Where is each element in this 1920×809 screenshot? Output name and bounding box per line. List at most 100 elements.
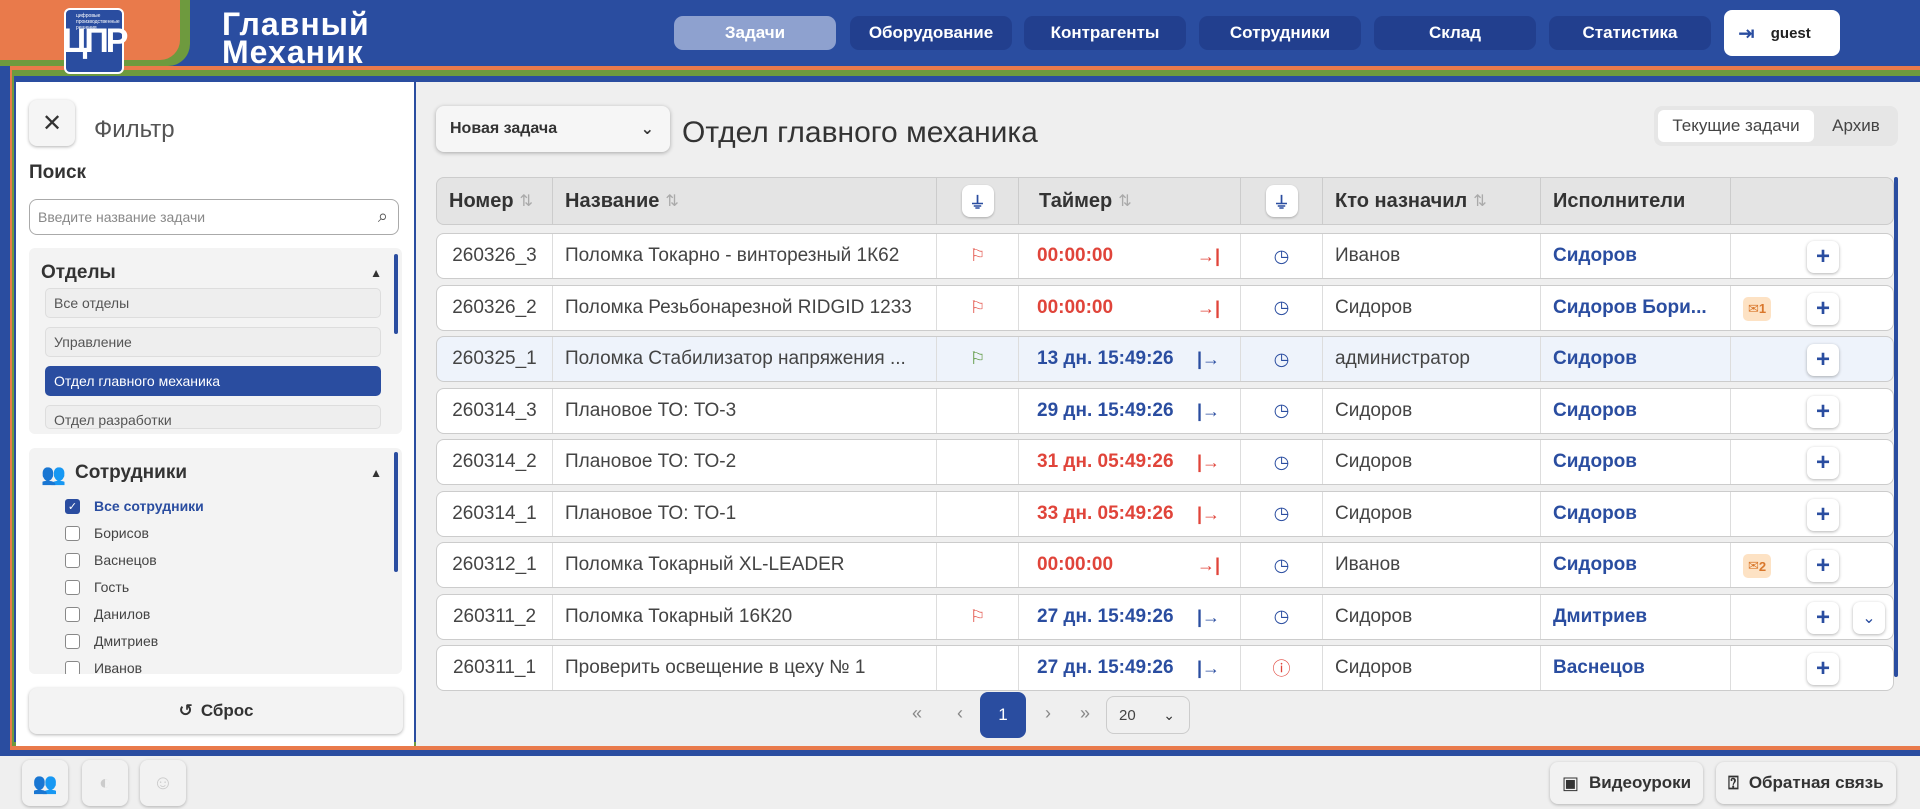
dept-item-selected[interactable]: Отдел главного механика (45, 366, 381, 396)
add-executor-button[interactable]: + (1807, 292, 1839, 325)
reset-button[interactable]: ↺ Сброс (29, 688, 403, 734)
col-number[interactable]: Номер ⇅ (437, 178, 553, 224)
nav-employees[interactable]: Сотрудники (1199, 16, 1361, 50)
nav-warehouse[interactable]: Склад (1374, 16, 1536, 50)
nav-equipment[interactable]: Оборудование (850, 16, 1012, 50)
nav-statistics[interactable]: Статистика (1549, 16, 1711, 50)
clock-icon[interactable]: ◷ (1274, 503, 1290, 524)
table-row[interactable]: 260325_1 Поломка Стабилизатор напряжения … (436, 336, 1894, 382)
employees-title[interactable]: Сотрудники (75, 462, 187, 484)
departments-scrollbar[interactable] (394, 254, 398, 334)
clock-icon[interactable]: ◷ (1274, 400, 1290, 421)
add-executor-button[interactable]: + (1807, 653, 1839, 685)
flag-icon[interactable]: ⚐ (937, 594, 1019, 639)
dept-item[interactable]: Управление (45, 327, 381, 357)
executors[interactable]: Сидоров Бори... (1541, 285, 1731, 330)
executors[interactable]: Сидоров (1541, 491, 1731, 536)
caret-up-icon[interactable]: ▲ (370, 466, 382, 480)
table-row[interactable]: 260314_2 Плановое ТО: ТО-2 31 дн. 05:49:26… (436, 439, 1894, 485)
employee-checkbox[interactable]: Дмитриев (65, 633, 158, 649)
employee-checkbox-all[interactable]: ✓ Все сотрудники (65, 498, 204, 514)
flag-icon[interactable] (937, 646, 1019, 690)
sort-icon[interactable]: ⇅ (520, 191, 533, 211)
employee-checkbox[interactable]: Данилов (65, 606, 150, 622)
prev-page-button[interactable]: ‹ (940, 690, 980, 736)
flag-icon[interactable]: ⚐ (937, 285, 1019, 330)
flag-icon[interactable] (937, 440, 1019, 484)
first-page-button[interactable]: « (894, 690, 940, 736)
chevron-down-icon[interactable]: ⌄ (1853, 601, 1885, 634)
col-name[interactable]: Название ⇅ (553, 178, 937, 224)
employee-checkbox[interactable]: Васнецов (65, 552, 157, 568)
executors[interactable]: Сидоров (1541, 234, 1731, 278)
employee-checkbox[interactable]: Гость (65, 579, 129, 595)
checkbox-icon[interactable] (65, 552, 80, 568)
clock-icon[interactable]: ◷ (1274, 349, 1290, 370)
search-icon[interactable]: ⌕ (378, 206, 388, 227)
checkbox-icon[interactable] (65, 525, 80, 541)
tab-current[interactable]: Текущие задачи (1658, 110, 1814, 142)
clock-icon[interactable]: ◷ (1274, 297, 1290, 318)
table-row[interactable]: 260312_1 Поломка Токарный XL-LEADER 00:00:… (436, 542, 1894, 588)
add-executor-button[interactable]: + (1807, 395, 1839, 428)
clock-icon[interactable]: ◷ (1274, 555, 1290, 576)
employee-checkbox[interactable]: Иванов (65, 660, 142, 674)
caret-up-icon[interactable]: ▲ (370, 266, 382, 280)
smile-icon[interactable]: ☺ (140, 760, 186, 806)
clock-icon[interactable]: ◷ (1274, 452, 1290, 473)
employees-scrollbar[interactable] (394, 452, 398, 572)
flag-icon[interactable]: ⚐ (937, 337, 1019, 381)
table-row[interactable]: 260314_1 Плановое ТО: ТО-1 33 дн. 05:49:26… (436, 490, 1894, 537)
new-task-dropdown[interactable]: Новая задача ⌄ (436, 106, 670, 152)
nav-tasks[interactable]: Задачи (674, 16, 836, 50)
feedback-button[interactable]: ⍰ Обратная связь (1716, 762, 1896, 804)
add-executor-button[interactable]: + (1807, 241, 1839, 273)
messages-badge[interactable]: ✉ 1 (1743, 296, 1772, 321)
flag-icon[interactable] (937, 543, 1019, 587)
checkbox-icon[interactable] (65, 606, 80, 622)
executors[interactable]: Дмитриев (1541, 594, 1731, 639)
last-page-button[interactable]: » (1062, 690, 1108, 736)
filter-icon[interactable]: ⏚ (961, 185, 994, 217)
sort-icon[interactable]: ⇅ (665, 191, 678, 211)
logo[interactable]: цифровые производственные решения ЦПР (63, 8, 128, 74)
dept-item[interactable]: Все отделы (45, 288, 381, 318)
messages-badge[interactable]: ✉ 2 (1743, 554, 1772, 578)
page-size-select[interactable]: 20 ⌄ (1106, 696, 1190, 734)
dept-item[interactable]: Отдел разработки (45, 405, 381, 429)
checkbox-icon[interactable] (65, 633, 80, 649)
executors[interactable]: Васнецов (1541, 646, 1731, 690)
departments-title[interactable]: Отделы (41, 262, 116, 284)
executors[interactable]: Сидоров (1541, 543, 1731, 587)
add-executor-button[interactable]: + (1807, 447, 1839, 479)
table-row[interactable]: 260314_3 Плановое ТО: ТО-3 29 дн. 15:49:26… (436, 387, 1894, 434)
palette-icon[interactable]: ◐ (82, 760, 128, 806)
executors[interactable]: Сидоров (1541, 388, 1731, 433)
clock-icon[interactable]: ◷ (1274, 606, 1290, 627)
nav-contractors[interactable]: Контрагенты (1024, 16, 1186, 50)
video-lessons-button[interactable]: ▣ Видеоуроки (1550, 762, 1704, 804)
team-icon[interactable]: 👥 (22, 760, 68, 806)
close-filter-button[interactable]: ✕ (29, 100, 75, 146)
flag-icon[interactable]: ⚐ (937, 234, 1019, 278)
employee-checkbox[interactable]: Борисов (65, 525, 149, 541)
add-executor-button[interactable]: + (1807, 601, 1839, 634)
flag-icon[interactable] (937, 491, 1019, 536)
table-row[interactable]: 260326_3 Поломка Токарно - винторезный 1К… (436, 233, 1894, 279)
table-row[interactable]: 260311_2 Поломка Токарный 16К20 ⚐ 27 дн. 15… (436, 593, 1894, 640)
user-button[interactable]: ⇥ guest (1724, 10, 1840, 56)
tab-archive[interactable]: Архив (1818, 110, 1894, 142)
current-page-button[interactable]: 1 (980, 692, 1026, 738)
search-input[interactable]: Введите название задачи ⌕ (29, 199, 399, 235)
filter-icon[interactable]: ⏚ (1265, 185, 1298, 217)
col-assigned-by[interactable]: Кто назначил ⇅ (1323, 178, 1541, 224)
add-executor-button[interactable]: + (1807, 550, 1839, 582)
clock-icon[interactable]: ◷ (1274, 246, 1290, 267)
checkbox-checked-icon[interactable]: ✓ (65, 498, 80, 514)
alert-icon[interactable]: ⓘ (1273, 655, 1291, 681)
col-timer[interactable]: Таймер ⇅ (1019, 178, 1241, 224)
add-executor-button[interactable]: + (1807, 498, 1839, 531)
flag-icon[interactable] (937, 388, 1019, 433)
table-scrollbar[interactable] (1894, 177, 1898, 677)
checkbox-icon[interactable] (65, 579, 80, 595)
